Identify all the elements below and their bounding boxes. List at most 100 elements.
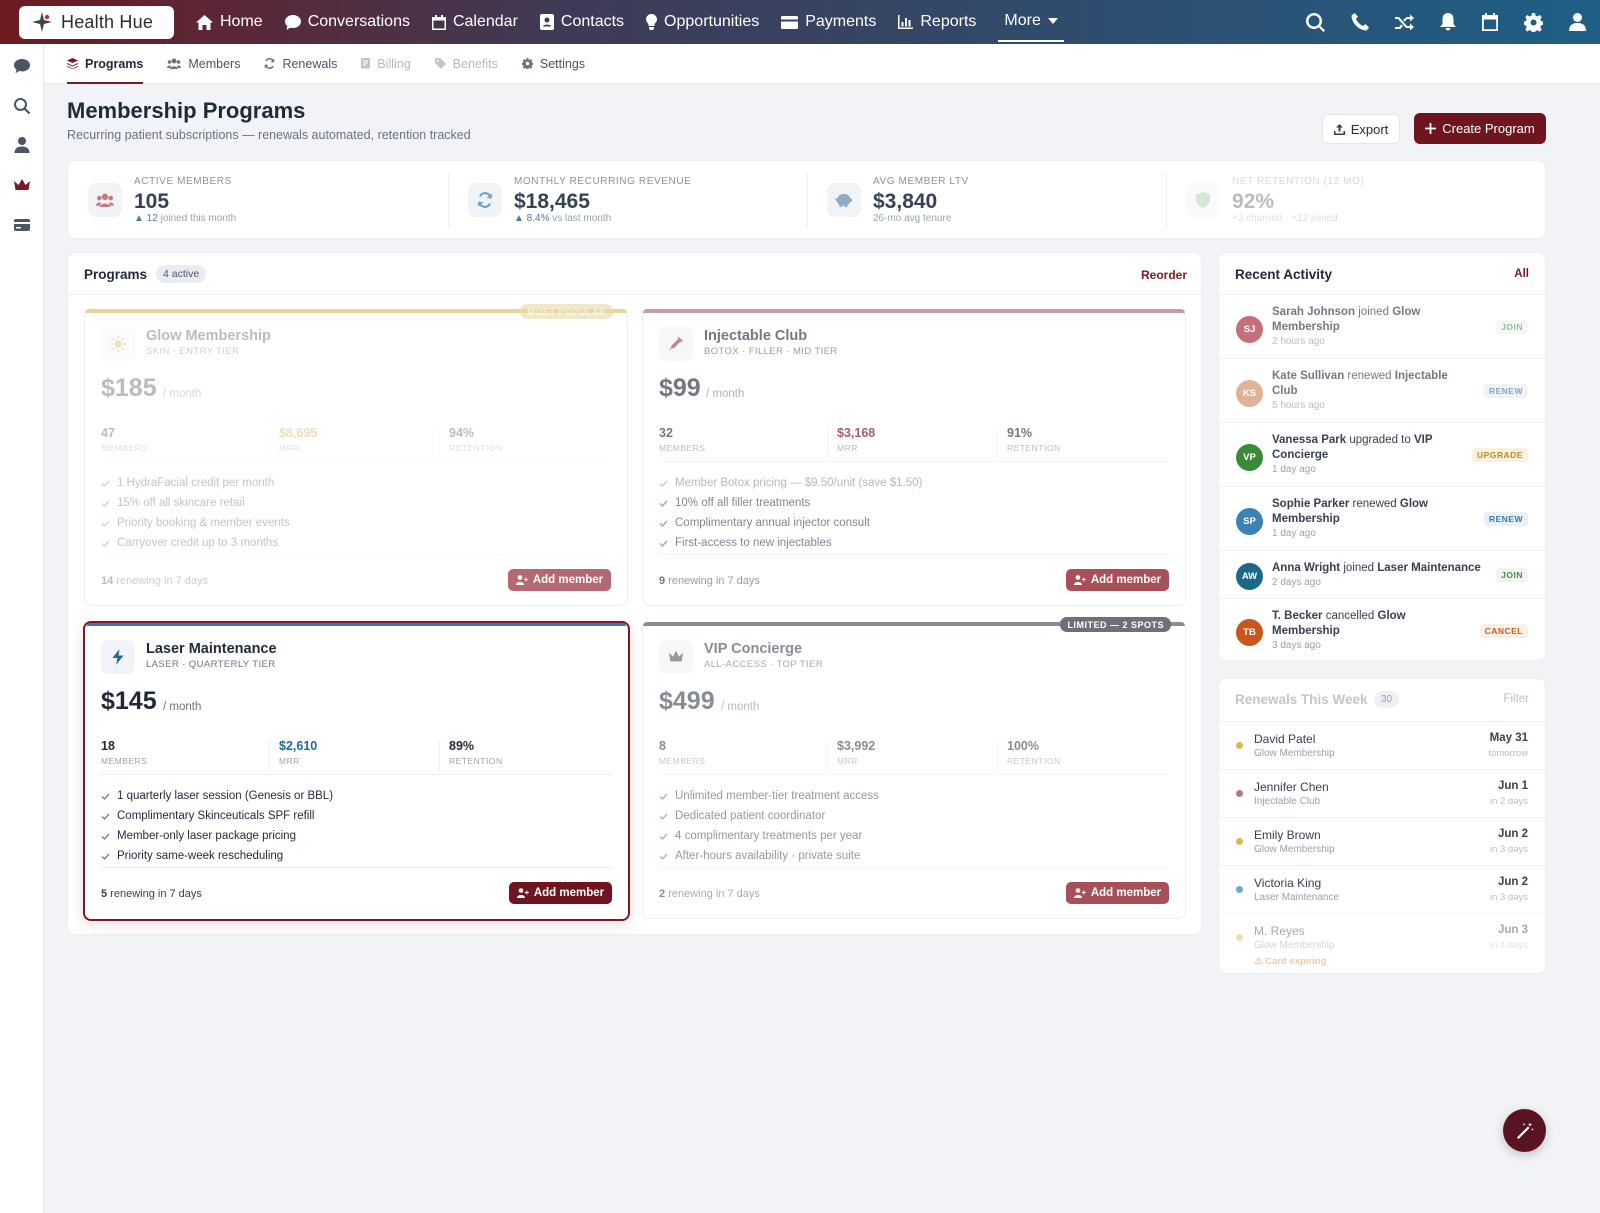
mrr-value: $8,695 <box>279 426 318 440</box>
tab-benefits[interactable]: Benefits <box>434 44 498 84</box>
activity-name: Kate Sullivan <box>1272 370 1345 382</box>
activity-time: 1 day ago <box>1272 528 1316 539</box>
stat-sub: 26-mo avg tenure <box>873 213 951 224</box>
feature-text: Complimentary Skinceuticals SPF refill <box>117 810 315 822</box>
feature-item: 10% off all filler treatments <box>659 493 922 513</box>
tab-programs[interactable]: Programs <box>67 44 144 84</box>
credit-card-icon[interactable] <box>13 216 31 234</box>
feature-item: Dedicated patient coordinator <box>659 806 879 826</box>
gear-icon[interactable] <box>1524 12 1543 32</box>
activity-item[interactable]: TB T. Becker cancelled Glow Membership 3 … <box>1219 598 1545 662</box>
add-member-label: Add member <box>1090 887 1162 899</box>
feature-text: 4 complimentary treatments per year <box>675 830 863 842</box>
program-card-glow[interactable]: MOST POPULAR Glow Membership SKIN · ENTR… <box>84 304 628 606</box>
members-value: 32 <box>659 426 673 440</box>
activity-text: Anna Wright joined Laser Maintenance 2 da… <box>1272 561 1492 590</box>
tab-renewals[interactable]: Renewals <box>264 44 337 84</box>
add-member-button[interactable]: Add member <box>1066 882 1169 904</box>
feature-text: 10% off all filler treatments <box>675 497 811 509</box>
crown-icon[interactable] <box>13 176 31 194</box>
avatar: KS <box>1236 380 1263 407</box>
brand-logo[interactable]: Health Hue <box>19 5 174 39</box>
program-stats: 18 MEMBERS $2,610 MRR 89% RETENTION <box>101 733 612 775</box>
add-member-button[interactable]: Add member <box>508 569 611 591</box>
calendar-icon[interactable] <box>1482 13 1498 31</box>
view-all-link[interactable]: All <box>1514 268 1529 280</box>
tab-members[interactable]: Members <box>167 44 240 84</box>
activity-item[interactable]: SP Sophie Parker renewed Glow Membership… <box>1219 486 1545 550</box>
renewal-row[interactable]: Victoria King Laser Maintenance Jun 2 in… <box>1219 865 1545 913</box>
program-card-laser[interactable]: Laser Maintenance LASER · QUARTERLY TIER… <box>83 621 630 921</box>
shuffle-icon[interactable] <box>1395 14 1414 30</box>
export-button[interactable]: Export <box>1322 114 1400 144</box>
user-icon[interactable] <box>1569 13 1586 31</box>
refresh-icon <box>264 58 275 69</box>
nav-opportunities[interactable]: Opportunities <box>646 0 759 44</box>
activity-text: Kate Sullivan renewed Injectable Club 5 h… <box>1272 369 1462 413</box>
avatar: TB <box>1236 619 1263 646</box>
magic-wand-button[interactable] <box>1503 1109 1546 1152</box>
activity-item[interactable]: KS Kate Sullivan renewed Injectable Club… <box>1219 358 1545 422</box>
price-period: / month <box>706 388 745 400</box>
mrr-value: $2,610 <box>279 739 318 753</box>
program-stats: 8 MEMBERS $3,992 MRR 100% RETENTION <box>659 733 1169 775</box>
renewal-relative: in 3 days <box>1489 892 1528 903</box>
nav-label: Reports <box>920 13 977 30</box>
divider <box>659 867 1169 868</box>
bell-icon[interactable] <box>1440 13 1456 31</box>
tab-billing[interactable]: Billing <box>361 44 411 84</box>
stat-sub-text: vs last month <box>552 213 612 224</box>
nav-contacts[interactable]: Contacts <box>539 0 624 44</box>
search-icon[interactable] <box>13 97 31 115</box>
activity-item[interactable]: AW Anna Wright joined Laser Maintenance 2… <box>1219 550 1545 598</box>
tab-settings[interactable]: Settings <box>521 44 585 84</box>
program-card-vip[interactable]: LIMITED — 2 SPOTS VIP Concierge ALL-ACCE… <box>642 617 1186 919</box>
stat-delta: ▲ 12 <box>134 213 158 224</box>
nav-home[interactable]: Home <box>196 0 263 44</box>
activity-name: T. Becker <box>1272 610 1323 622</box>
renewal-row[interactable]: Jennifer Chen Injectable Club Jun 1 in 2… <box>1219 769 1545 817</box>
add-member-button[interactable]: Add member <box>509 882 612 904</box>
renewals-count-badge: 30 <box>1374 691 1400 708</box>
activity-time: 1 day ago <box>1272 464 1316 475</box>
program-stats: 32 MEMBERS $3,168 MRR 91% RETENTION <box>659 420 1169 462</box>
renewal-relative: tomorrow <box>1488 748 1528 759</box>
activity-time: 3 days ago <box>1272 640 1321 651</box>
mrr-label: MRR <box>279 756 300 766</box>
renewing-count: 14 renewing in 7 days <box>101 575 208 587</box>
chat-icon[interactable] <box>13 57 31 75</box>
filter-button[interactable]: Filter <box>1503 693 1529 705</box>
check-icon <box>659 793 668 800</box>
activity-item[interactable]: VP Vanessa Park upgraded to VIP Concierg… <box>1219 422 1545 486</box>
renewal-row[interactable]: Emily Brown Glow Membership Jun 2 in 3 d… <box>1219 817 1545 865</box>
create-program-button[interactable]: Create Program <box>1414 113 1546 144</box>
program-card-injectable[interactable]: Injectable Club BOTOX · FILLER · MID TIE… <box>642 309 1186 606</box>
renewal-name: Victoria King <box>1254 876 1322 890</box>
activity-item[interactable]: SJ Sarah Johnson joined Glow Membership 2… <box>1219 294 1545 358</box>
check-icon <box>101 520 110 527</box>
user-icon[interactable] <box>13 136 31 154</box>
check-icon <box>101 813 110 820</box>
nav-reports[interactable]: Reports <box>898 0 976 44</box>
renewal-row[interactable]: M. Reyes Glow Membership Jun 3 in 4 days… <box>1219 913 1545 973</box>
renewal-row[interactable]: David Patel Glow Membership May 31 tomor… <box>1219 721 1545 769</box>
nav-conversations[interactable]: Conversations <box>284 0 410 44</box>
card-expiring-warning: ⚠ Card expiring <box>1254 956 1327 967</box>
avatar: AW <box>1236 563 1263 590</box>
activity-verb: renewed <box>1347 370 1392 382</box>
reorder-button[interactable]: Reorder <box>1141 268 1187 282</box>
nav-calendar[interactable]: Calendar <box>431 0 518 44</box>
feature-text: Priority booking & member events <box>117 517 290 529</box>
renewal-program: Laser Maintenance <box>1254 892 1340 903</box>
avatar: SJ <box>1236 316 1263 343</box>
nav-payments[interactable]: Payments <box>781 0 876 44</box>
stat-delta: ▲ 8.4% <box>514 213 550 224</box>
phone-icon[interactable] <box>1351 13 1369 31</box>
search-icon[interactable] <box>1306 12 1325 32</box>
add-member-button[interactable]: Add member <box>1066 569 1169 591</box>
feature-item: Complimentary annual injector consult <box>659 513 922 533</box>
stat-sub-text: +3 churned · +12 joined <box>1232 213 1338 224</box>
tab-label: Programs <box>85 56 144 71</box>
activity-verb: cancelled <box>1325 610 1375 622</box>
nav-more[interactable]: More <box>998 2 1064 42</box>
